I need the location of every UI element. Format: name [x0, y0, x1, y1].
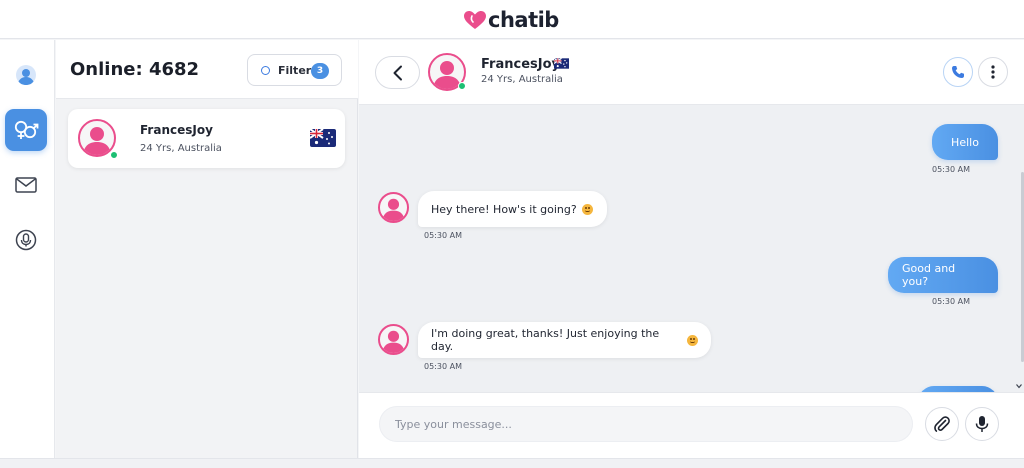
default-avatar-icon	[382, 330, 405, 353]
chevron-left-icon	[393, 65, 402, 80]
avatar	[378, 192, 409, 223]
heart-logo-icon	[464, 11, 486, 29]
smiley-emoji-icon	[581, 203, 593, 215]
online-status-dot	[110, 151, 118, 159]
voice-record-button[interactable]	[965, 407, 999, 441]
users-nav-button[interactable]	[5, 109, 47, 151]
back-button[interactable]	[375, 56, 420, 89]
chat-panel: FrancesJoy 24 Yrs, Australia Hello 05:30…	[359, 40, 1024, 458]
chatib-logo[interactable]: chatib	[463, 6, 559, 34]
message-time: 05:30 AM	[932, 297, 970, 306]
phone-icon	[952, 66, 964, 78]
smiley-emoji-icon	[687, 334, 698, 346]
chat-partner-details: 24 Yrs, Australia	[481, 74, 563, 85]
messages-nav-button[interactable]	[5, 164, 47, 206]
voice-nav-button[interactable]	[5, 219, 47, 261]
message-text: I'm doing great, thanks! Just enjoying t…	[431, 327, 660, 353]
filter-count-badge: 3	[311, 63, 329, 79]
user-list-item[interactable]: FrancesJoy 24 Yrs, Australia	[68, 109, 345, 168]
online-users-panel: Online: 4682 Filter 3 FrancesJoy 24 Yrs,…	[56, 40, 358, 458]
scrollbar[interactable]	[1020, 172, 1024, 392]
filter-button[interactable]: Filter 3	[247, 54, 342, 86]
message-input[interactable]	[379, 406, 913, 442]
profile-nav-button[interactable]	[5, 54, 47, 96]
filter-icon	[261, 65, 270, 75]
call-button[interactable]	[943, 57, 973, 87]
message-list[interactable]: Hello 05:30 AM Hey there! How's it going…	[359, 106, 1024, 392]
message-text: Hey there! How's it going?	[431, 202, 577, 216]
avatar	[378, 324, 409, 355]
message-time: 05:30 AM	[424, 362, 462, 371]
left-rail	[0, 40, 55, 458]
message-composer	[359, 392, 1024, 458]
message-text: Hello	[951, 135, 979, 149]
message-time: 05:30 AM	[932, 165, 970, 174]
bottom-strip	[0, 458, 1024, 468]
message-text: Good and you?	[902, 262, 956, 288]
more-vertical-icon	[991, 65, 995, 79]
online-count: Online: 4682	[70, 59, 200, 80]
outgoing-message: Good and you?	[888, 257, 998, 293]
microphone-icon	[15, 229, 37, 251]
more-options-button[interactable]	[978, 57, 1008, 87]
message-time: 05:30 AM	[424, 231, 462, 240]
filter-label: Filter	[278, 63, 312, 77]
australia-flag-icon	[310, 129, 336, 147]
scroll-down-icon[interactable]	[1016, 383, 1022, 389]
chat-header: FrancesJoy 24 Yrs, Australia	[359, 40, 1024, 105]
default-avatar-icon	[382, 198, 405, 221]
top-bar: chatib	[0, 0, 1024, 39]
chat-partner-name: FrancesJoy	[481, 57, 560, 72]
gender-icon	[14, 120, 39, 139]
australia-flag-icon	[554, 58, 569, 69]
incoming-message: Hey there! How's it going?	[418, 191, 607, 227]
profile-icon	[16, 65, 36, 85]
users-panel-header: Online: 4682 Filter 3	[56, 40, 358, 99]
paperclip-icon	[934, 416, 950, 432]
incoming-message: I'm doing great, thanks! Just enjoying t…	[418, 322, 711, 358]
mail-icon	[15, 177, 37, 193]
outgoing-message: Hello	[932, 124, 998, 160]
default-avatar-icon	[83, 127, 111, 155]
microphone-icon	[975, 416, 989, 432]
online-status-dot	[458, 82, 466, 90]
attach-button[interactable]	[925, 407, 959, 441]
logo-text: chatib	[488, 8, 559, 32]
user-details: 24 Yrs, Australia	[140, 143, 222, 154]
user-name: FrancesJoy	[140, 123, 213, 137]
